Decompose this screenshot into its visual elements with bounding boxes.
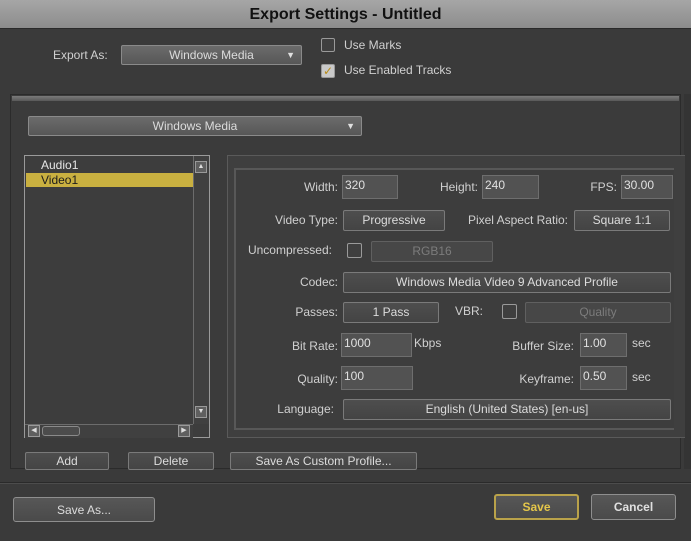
add-track-button[interactable]: Add (25, 452, 109, 470)
scroll-left-icon[interactable]: ◀ (28, 425, 40, 437)
vbr-label: VBR: (455, 304, 484, 318)
scroll-thumb[interactable] (42, 426, 80, 436)
buffer-size-field[interactable]: 1.00 (580, 333, 627, 357)
keyframe-unit: sec (632, 370, 651, 384)
use-enabled-tracks-label: Use Enabled Tracks (344, 63, 452, 77)
format-dropdown[interactable]: Windows Media ▼ (28, 116, 362, 136)
keyframe-label: Keyframe: (519, 372, 574, 386)
language-button[interactable]: English (United States) [en-us] (343, 399, 671, 420)
cancel-button[interactable]: Cancel (591, 494, 676, 520)
uncompressed-checkbox[interactable] (347, 243, 362, 258)
video-settings-panel (234, 168, 674, 430)
window-title: Export Settings - Untitled (0, 0, 691, 29)
height-label: Height: (439, 180, 478, 194)
vbr-mode-button[interactable]: Quality (525, 302, 671, 323)
use-marks-checkbox[interactable] (321, 38, 335, 52)
panel-edge (684, 94, 691, 469)
save-button[interactable]: Save (494, 494, 579, 520)
chevron-down-icon: ▼ (346, 121, 355, 131)
width-label: Width: (303, 180, 338, 194)
bitrate-label: Bit Rate: (291, 339, 338, 353)
pixel-aspect-button[interactable]: Square 1:1 (574, 210, 670, 231)
chevron-down-icon: ▼ (286, 50, 295, 60)
pixel-aspect-label: Pixel Aspect Ratio: (467, 213, 568, 227)
width-field[interactable]: 320 (342, 175, 398, 199)
buffer-size-label: Buffer Size: (512, 339, 574, 353)
uncompressed-label: Uncompressed: (247, 243, 332, 257)
panel-divider (12, 96, 679, 101)
save-as-button[interactable]: Save As... (13, 497, 155, 522)
quality-label: Quality: (297, 372, 338, 386)
track-list-horizontal-scrollbar[interactable]: ◀ ▶ (25, 424, 193, 438)
fps-field[interactable]: 30.00 (621, 175, 673, 199)
buffer-size-unit: sec (632, 336, 651, 350)
bitrate-field[interactable]: 1000 (341, 333, 412, 357)
scroll-up-icon[interactable]: ▲ (195, 161, 207, 173)
track-list-vertical-scrollbar[interactable]: ▲ ▼ (193, 156, 209, 424)
use-enabled-tracks-checkbox[interactable]: ✓ (321, 64, 335, 78)
bitrate-unit: Kbps (414, 336, 442, 350)
format-dropdown-value: Windows Media (152, 119, 238, 133)
track-list[interactable]: Audio1 Video1 (24, 155, 210, 438)
export-as-label: Export As: (53, 48, 108, 62)
height-field[interactable]: 240 (482, 175, 539, 199)
codec-label: Codec: (299, 275, 338, 289)
use-marks-label: Use Marks (344, 38, 402, 52)
quality-field[interactable]: 100 (341, 366, 413, 390)
track-item-audio1[interactable]: Audio1 (26, 158, 194, 172)
vbr-checkbox[interactable] (502, 304, 517, 319)
delete-track-button[interactable]: Delete (128, 452, 214, 470)
codec-button[interactable]: Windows Media Video 9 Advanced Profile (343, 272, 671, 293)
track-item-video1[interactable]: Video1 (26, 173, 194, 187)
video-type-button[interactable]: Progressive (343, 210, 445, 231)
footer-divider-highlight (0, 483, 691, 484)
export-as-value: Windows Media (169, 48, 254, 62)
passes-button[interactable]: 1 Pass (343, 302, 439, 323)
keyframe-field[interactable]: 0.50 (580, 366, 627, 390)
scroll-right-icon[interactable]: ▶ (178, 425, 190, 437)
passes-label: Passes: (295, 305, 338, 319)
save-as-custom-profile-button[interactable]: Save As Custom Profile... (230, 452, 417, 470)
checkmark-icon: ✓ (322, 64, 334, 78)
export-as-dropdown[interactable]: Windows Media ▼ (121, 45, 302, 65)
scroll-down-icon[interactable]: ▼ (195, 406, 207, 418)
video-type-label: Video Type: (275, 213, 338, 227)
uncompressed-format-button[interactable]: RGB16 (371, 241, 493, 262)
fps-label: FPS: (590, 180, 617, 194)
language-label: Language: (277, 402, 334, 416)
